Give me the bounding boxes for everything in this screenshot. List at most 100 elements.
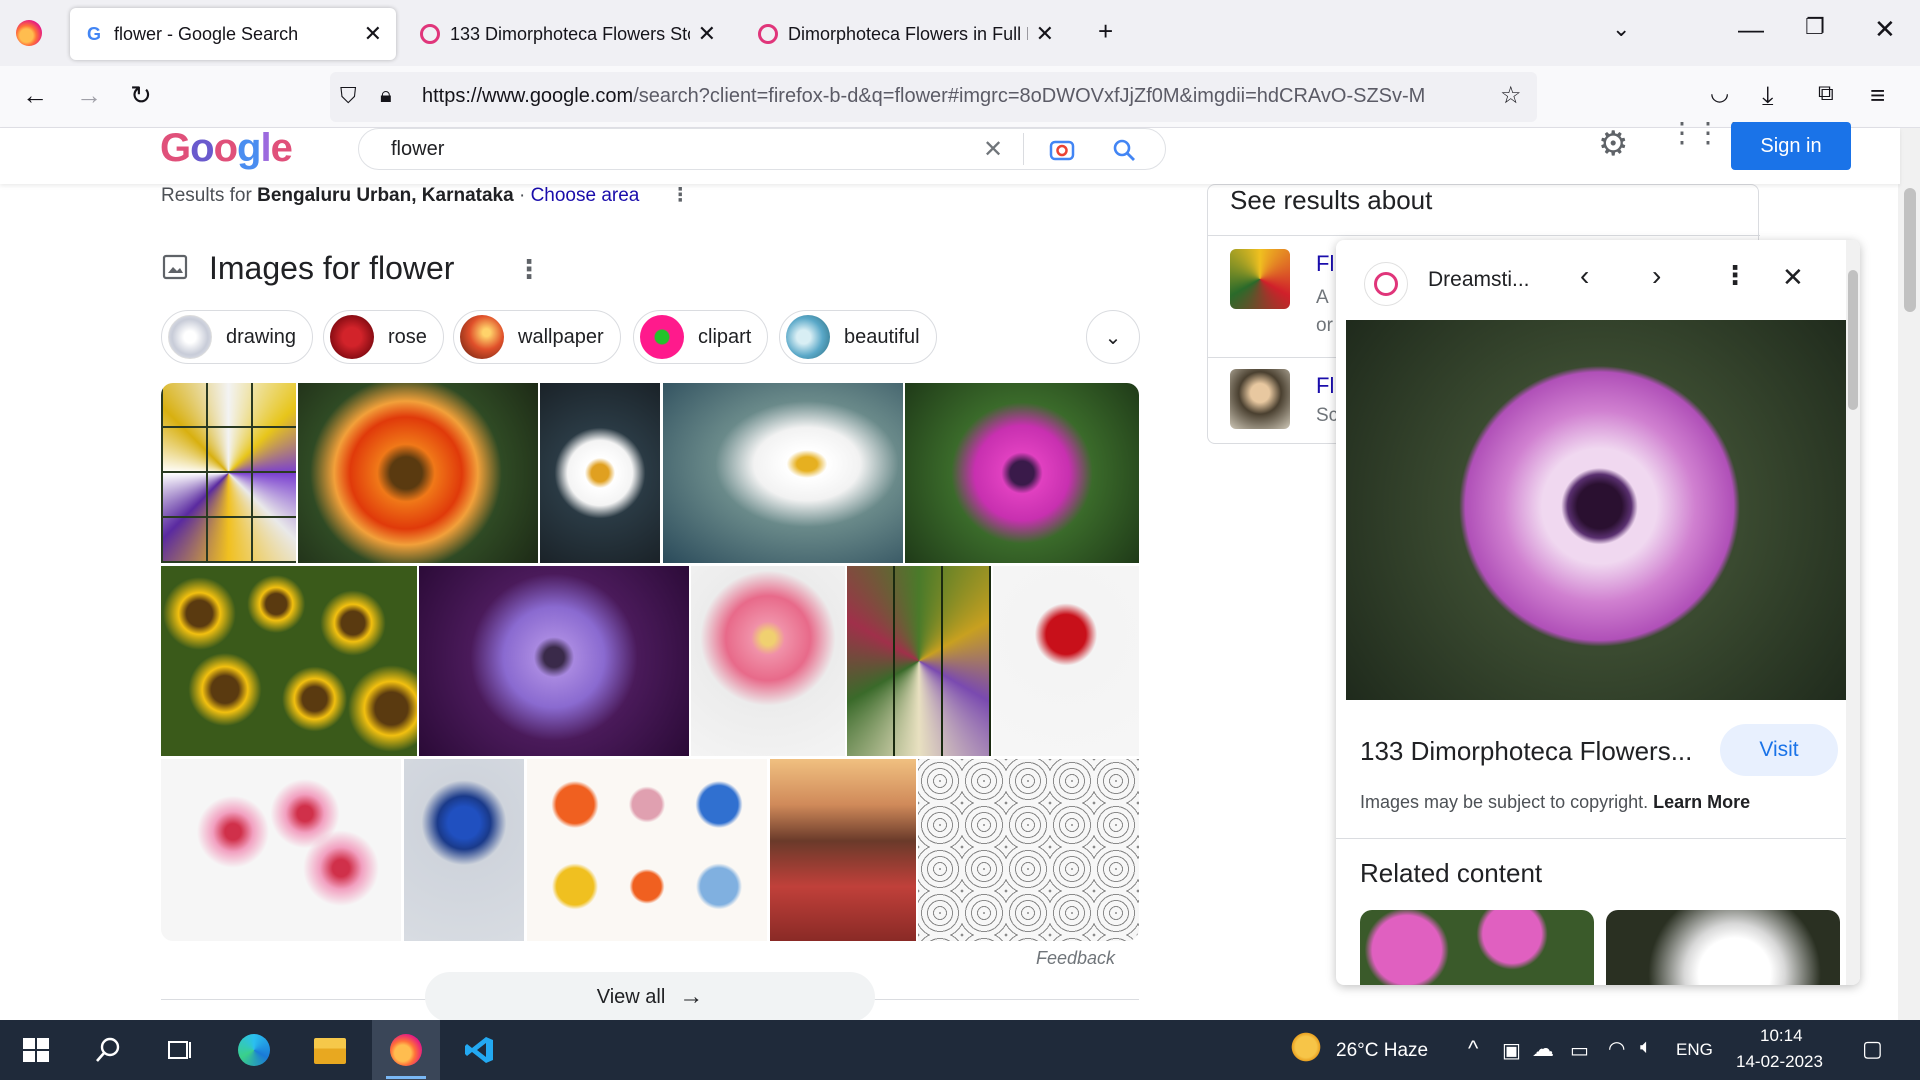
search-input[interactable]: flower [391,138,444,161]
page-scrollbar[interactable] [1898,128,1920,1020]
tab-google-search[interactable]: G flower - Google Search ✕ [70,8,396,60]
preview-scrollbar[interactable] [1846,240,1860,985]
chip-drawing[interactable]: drawing [161,310,314,364]
reload-icon[interactable]: ↻ [130,80,152,111]
firefox-taskbar-icon[interactable] [390,1034,422,1066]
task-view-icon[interactable] [164,1034,196,1066]
feedback-link[interactable]: Feedback [1036,948,1115,969]
related-image[interactable] [1360,910,1594,985]
onedrive-cloud-icon[interactable]: ☁ [1532,1036,1554,1062]
edge-browser-icon[interactable] [238,1034,270,1066]
clock-date[interactable]: 14-02-2023 [1736,1052,1823,1072]
search-icon[interactable] [1111,137,1137,163]
list-all-tabs-icon[interactable]: ⌄ [1612,16,1630,42]
result-image-red-carnations[interactable] [993,566,1139,756]
preview-image-title[interactable]: 133 Dimorphoteca Flowers... [1360,736,1692,767]
close-preview-icon[interactable]: ✕ [1782,262,1804,293]
wifi-icon[interactable]: ◠ [1608,1036,1625,1061]
previous-image-icon[interactable]: ‹ [1580,260,1589,292]
clear-search-icon[interactable]: ✕ [983,135,1003,164]
result-image-pink-dogwood[interactable] [161,759,401,941]
tab-dreamstime-full-bloom[interactable]: Dimorphoteca Flowers in Full Bl ✕ [744,8,1068,60]
result-image-white-daisy[interactable] [540,383,660,563]
result-image-flower-clipart[interactable] [527,759,767,941]
google-doodle-logo[interactable]: Google [160,126,293,171]
minimize-window-icon[interactable]: — [1738,14,1764,45]
lock-icon[interactable]: 🔒︎ [380,82,392,108]
result-image-purple-daisy[interactable] [419,566,689,756]
battery-icon[interactable]: ▭ [1570,1038,1589,1063]
result-image-blue-flowers[interactable] [404,759,524,941]
images-more-icon[interactable]: ⋮ [516,254,542,285]
address-bar[interactable]: ⛉ 🔒︎ https://www.google.com/search?clien… [330,72,1537,122]
chip-beautiful[interactable]: beautiful [779,310,937,364]
vscode-icon[interactable] [464,1034,496,1066]
firefox-logo-icon[interactable] [16,20,42,46]
related-image[interactable] [1606,910,1840,985]
result-image-flower-line-icons[interactable] [918,759,1139,941]
next-image-icon[interactable]: › [1652,260,1661,292]
language-indicator[interactable]: ENG [1676,1040,1713,1060]
chip-wallpaper[interactable]: wallpaper [453,310,621,364]
menu-icon[interactable]: ≡ [1870,80,1885,111]
about-item-title[interactable]: Fl [1316,251,1334,277]
lens-camera-icon[interactable] [1049,137,1075,163]
about-item-text: or [1316,315,1333,336]
about-item-title[interactable]: Fl [1316,373,1334,399]
search-taskbar-icon[interactable] [92,1034,124,1066]
preview-main-image[interactable] [1346,320,1853,700]
result-image-flower-collage[interactable] [161,383,296,563]
forward-icon[interactable]: → [76,80,102,111]
settings-gear-icon[interactable]: ⚙ [1598,124,1628,164]
choose-area-link[interactable]: Choose area [531,185,640,206]
chip-thumbnail [640,315,684,359]
new-tab-button[interactable]: + [1098,16,1113,47]
notifications-icon[interactable]: ▢ [1862,1036,1883,1062]
result-image-white-daisy-blue[interactable] [663,383,903,563]
result-image-sunset-flowers[interactable] [770,759,916,941]
close-tab-icon[interactable]: ✕ [364,21,382,47]
downloads-icon[interactable]: ⤓ [1762,80,1774,112]
close-tab-icon[interactable]: ✕ [1036,21,1054,47]
result-image-orange-gazania[interactable] [298,383,538,563]
close-window-icon[interactable]: ✕ [1874,14,1896,45]
more-options-icon[interactable]: ⋮ [671,185,690,206]
source-logo-icon[interactable] [1364,262,1408,306]
about-item-thumbnail[interactable] [1230,249,1290,309]
file-explorer-icon[interactable] [314,1038,346,1064]
result-image-sunflowers[interactable] [161,566,417,756]
preview-source-name[interactable]: Dreamsti... [1428,268,1530,292]
about-item-thumbnail[interactable] [1230,369,1290,429]
learn-more-link[interactable]: Learn More [1653,792,1750,812]
tracking-protection-icon[interactable]: ⛉ [340,83,357,109]
restore-window-icon[interactable]: ❐ [1805,14,1825,40]
weather-haze-icon[interactable] [1288,1032,1324,1062]
view-all-button[interactable]: View all → [425,972,875,1022]
back-icon[interactable]: ← [22,80,48,111]
windows-start-icon[interactable] [20,1034,52,1066]
result-image-flower-collage-2[interactable] [847,566,991,756]
url-text[interactable]: https://www.google.com/search?client=fir… [422,85,1425,108]
close-tab-icon[interactable]: ✕ [698,21,716,47]
pocket-icon[interactable]: ◡ [1710,80,1729,106]
browser-tab-bar: G flower - Google Search ✕ 133 Dimorphot… [0,0,1920,66]
divider [1336,838,1860,839]
weather-text[interactable]: 26°C Haze [1336,1040,1428,1062]
chip-clipart[interactable]: clipart [633,310,769,364]
volume-icon[interactable]: 🔈︎ [1640,1036,1652,1059]
result-image-pink-osteospermum[interactable] [905,383,1139,563]
chip-label: wallpaper [518,325,604,348]
tab-dreamstime-stock[interactable]: 133 Dimorphoteca Flowers Stoc ✕ [406,8,730,60]
clock-time[interactable]: 10:14 [1760,1026,1803,1046]
chips-expand-button[interactable]: ⌄ [1086,310,1140,364]
sign-in-button[interactable]: Sign in [1731,122,1851,170]
bookmark-star-icon[interactable]: ☆ [1500,81,1522,110]
chip-rose[interactable]: rose [323,310,444,364]
meet-now-icon[interactable]: ▣ [1502,1038,1521,1063]
result-image-pink-gerbera[interactable] [691,566,845,756]
extensions-icon[interactable]: ⧉ [1818,80,1834,106]
search-box[interactable]: flower ✕ [358,128,1166,170]
visit-button[interactable]: Visit [1720,724,1838,776]
preview-more-icon[interactable]: ⋮ [1722,260,1748,291]
show-hidden-icons-icon[interactable]: ^ [1468,1036,1478,1062]
